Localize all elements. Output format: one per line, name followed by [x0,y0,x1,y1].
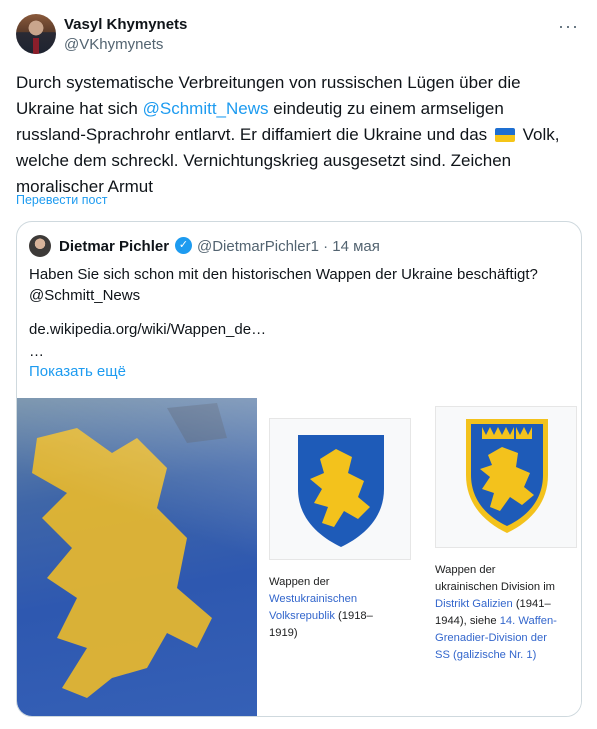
caption-line: Volksrepublik (1918– [269,608,373,625]
wiki-caption-2: Wappen der ukrainischen Division im Dist… [435,562,557,664]
author-name[interactable]: Vasyl Khymynets [64,16,187,33]
lion-coat-of-arms-icon [298,435,384,547]
translate-post-link[interactable]: Перевести пост [16,193,107,207]
division-coat-of-arms-icon [466,419,548,533]
quote-header: Dietmar Pichler ✓ @DietmarPichler1 · 14 … [29,235,569,257]
show-more-link[interactable]: Показать ещё [29,363,126,380]
quote-avatar [29,235,51,257]
caption-segment: (1918– [334,610,373,622]
wiki-link[interactable]: Westukrainischen [269,591,373,608]
caption-line: Distrikt Galizien (1941– [435,596,557,613]
wiki-image-card[interactable] [435,406,577,548]
caption-line: 1944), siehe 14. Waffen- [435,613,557,630]
tweet-header: Vasyl Khymynets @VKhymynets ··· [16,14,581,58]
verified-badge-icon: ✓ [175,237,192,254]
tweet-text-segment: Ukraine hat sich [16,99,143,118]
quote-text-line: @Schmitt_News [29,287,141,304]
tweet-text-segment: eindeutig zu einem armseligen [268,99,504,118]
wiki-image-card[interactable] [269,418,411,560]
tweet-text-line: Ukraine hat sich @Schmitt_News eindeutig… [16,96,582,122]
wiki-link[interactable]: Distrikt Galizien [435,598,513,610]
tweet-text-segment: Volk, [517,125,560,144]
caption-line: 1919) [269,627,298,639]
caption-line: Wappen der [435,564,496,576]
tweet-text-line: russland-Sprachrohr entlarvt. Er diffami… [16,122,582,148]
caption-segment: (1941– [512,598,551,610]
wiki-caption-1: Wappen der Westukrainischen Volksrepubli… [269,574,373,642]
tweet-text: Durch systematische Verbreitungen von ru… [16,70,582,200]
mention-link[interactable]: @Schmitt_News [143,99,269,118]
caption-segment: 1944), siehe [435,615,500,627]
quote-ellipsis: … [29,343,44,360]
ukraine-flag-icon [494,128,515,142]
quote-author-name: Dietmar Pichler [59,238,170,255]
blurred-lion-photo[interactable] [17,398,257,716]
caption-line: Wappen der [269,576,330,588]
wiki-link[interactable]: Volksrepublik [269,610,335,622]
tweet-text-line: Durch systematische Verbreitungen von ru… [16,73,521,92]
author-handle[interactable]: @VKhymynets [64,36,163,53]
wiki-link[interactable]: Grenadier-Division der [435,630,557,647]
avatar[interactable] [16,14,56,54]
caption-line: ukrainischen Division im [435,581,555,593]
wiki-link[interactable]: 14. Waffen- [500,615,557,627]
quote-link: de.wikipedia.org/wiki/Wappen_de… [29,321,267,338]
quoted-tweet[interactable]: Dietmar Pichler ✓ @DietmarPichler1 · 14 … [16,221,582,717]
quote-handle-date: @DietmarPichler1 · 14 мая [197,238,380,255]
more-horizontal-icon[interactable]: ··· [558,16,579,37]
wiki-link[interactable]: SS (galizische Nr. 1) [435,647,557,664]
tweet-text-segment: russland-Sprachrohr entlarvt. Er diffami… [16,125,492,144]
tweet-text-line: welche dem schreckl. Vernichtungskrieg a… [16,151,512,170]
quote-media[interactable]: Wappen der Westukrainischen Volksrepubli… [17,398,581,716]
quote-text-line: Haben Sie sich schon mit den historische… [29,266,538,283]
quote-text: Haben Sie sich schon mit den historische… [29,264,569,306]
